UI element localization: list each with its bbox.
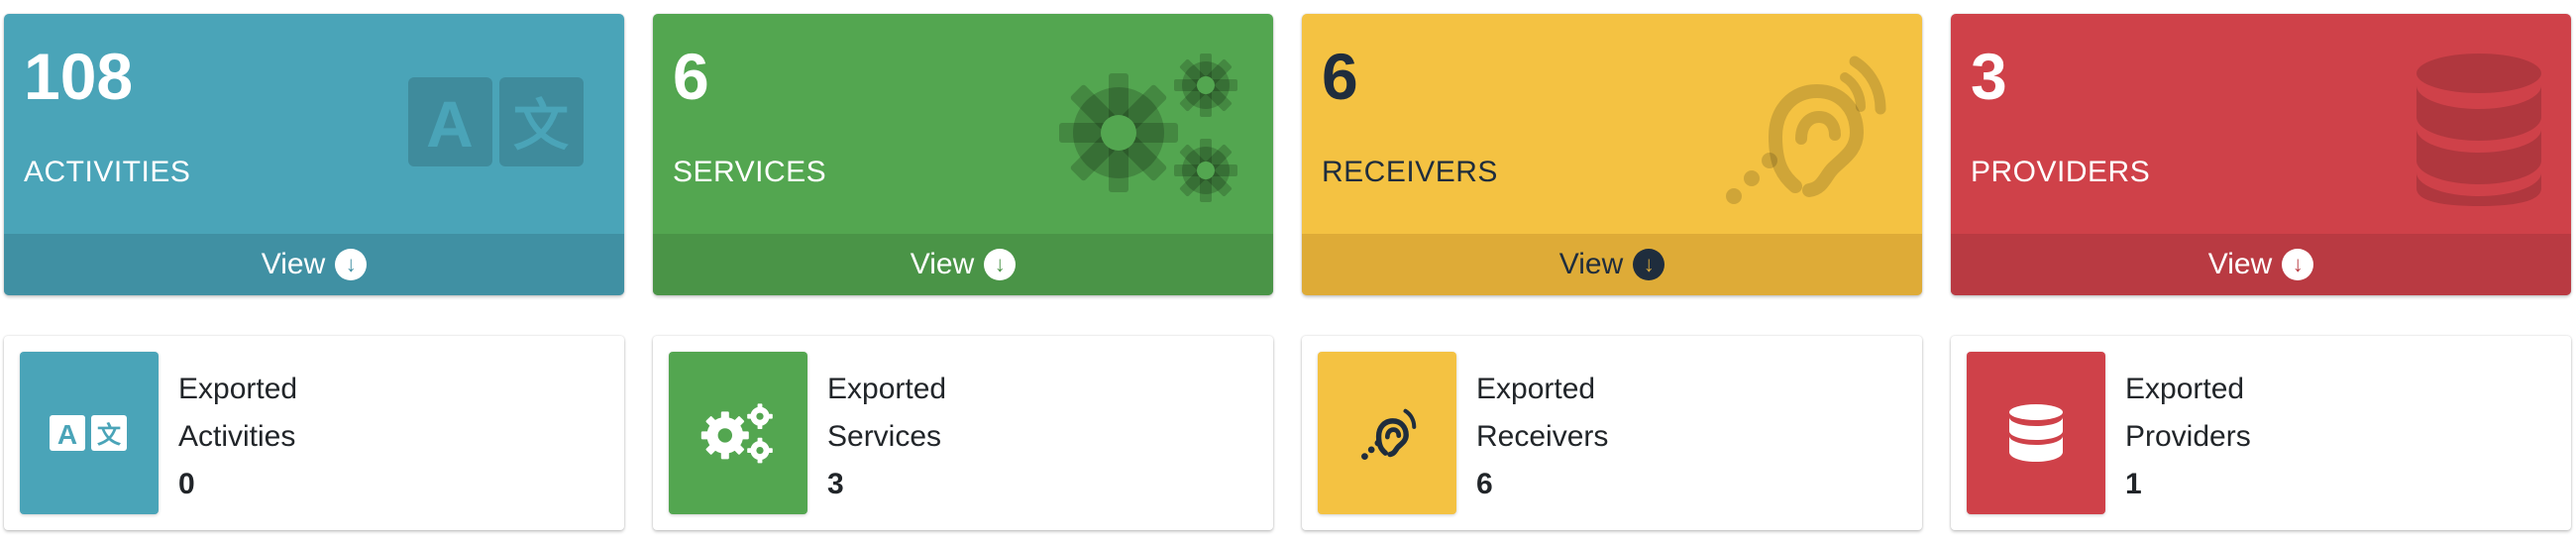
database-icon xyxy=(2009,404,2063,462)
component-label: Activities xyxy=(178,420,296,453)
language-icon: A 文 xyxy=(50,415,127,451)
view-label: View xyxy=(2207,248,2273,280)
receivers-summary-card: 6 RECEIVERS View ↓ xyxy=(1302,14,1922,295)
database-icon xyxy=(2416,54,2541,206)
svg-text:A: A xyxy=(57,419,77,450)
card-body: 6 RECEIVERS xyxy=(1302,14,1922,234)
exported-services-box: Exported Services 3 xyxy=(653,336,1273,530)
view-label: View xyxy=(261,248,326,280)
exported-receivers-box: Exported Receivers 6 xyxy=(1302,336,1922,530)
services-view-link[interactable]: View ↓ xyxy=(653,234,1273,295)
view-label: View xyxy=(1558,248,1624,280)
cogs-icon xyxy=(1059,54,1237,202)
assistive-listening-icon-tile xyxy=(1318,352,1456,514)
view-label: View xyxy=(910,248,975,280)
card-body: 3 PROVIDERS xyxy=(1951,14,2571,234)
exported-label: Exported xyxy=(1476,373,1596,405)
exported-receivers-text: Exported Receivers 6 xyxy=(1476,366,1608,508)
language-icon: A 文 xyxy=(408,77,584,166)
arrow-circle-down-icon: ↓ xyxy=(984,249,1017,280)
component-label: Receivers xyxy=(1476,420,1609,453)
card-body: 6 SERVICES xyxy=(653,14,1273,234)
card-body: 108 ACTIVITIES A 文 xyxy=(4,14,624,234)
services-summary-card: 6 SERVICES View ↓ xyxy=(653,14,1273,295)
exported-receivers-count: 6 xyxy=(1476,468,1493,500)
services-label: SERVICES xyxy=(673,156,827,188)
exported-activities-text: Exported Activities 0 xyxy=(178,366,297,508)
activities-summary-card: 108 ACTIVITIES A 文 View ↓ xyxy=(4,14,624,295)
exported-providers-box: Exported Providers 1 xyxy=(1951,336,2571,530)
providers-count: 3 xyxy=(1971,40,2007,113)
providers-label: PROVIDERS xyxy=(1971,156,2151,188)
component-label: Providers xyxy=(2125,420,2251,453)
exported-label: Exported xyxy=(2125,373,2245,405)
exported-services-count: 3 xyxy=(827,468,844,500)
activities-count: 108 xyxy=(24,40,134,113)
receivers-label: RECEIVERS xyxy=(1322,156,1498,188)
arrow-circle-down-icon: ↓ xyxy=(2282,249,2314,280)
svg-text:A: A xyxy=(426,87,474,161)
cogs-icon xyxy=(700,403,773,464)
exported-providers-text: Exported Providers 1 xyxy=(2125,366,2251,508)
arrow-circle-down-icon: ↓ xyxy=(1633,249,1665,280)
receivers-view-link[interactable]: View ↓ xyxy=(1302,234,1922,295)
exported-activities-box: A 文 Exported Activities 0 xyxy=(4,336,624,530)
providers-view-link[interactable]: View ↓ xyxy=(1951,234,2571,295)
assistive-listening-icon xyxy=(1361,408,1417,460)
activities-view-link[interactable]: View ↓ xyxy=(4,234,624,295)
cogs-icon-tile xyxy=(669,352,807,514)
receivers-count: 6 xyxy=(1322,40,1358,113)
arrow-circle-down-icon: ↓ xyxy=(335,249,368,280)
activities-label: ACTIVITIES xyxy=(24,156,191,188)
services-count: 6 xyxy=(673,40,709,113)
exported-activities-count: 0 xyxy=(178,468,195,500)
exported-services-text: Exported Services 3 xyxy=(827,366,946,508)
component-label: Services xyxy=(827,420,942,453)
dashboard-grid: 108 ACTIVITIES A 文 View ↓ A 文 Exported A… xyxy=(0,0,2576,541)
language-icon-tile: A 文 xyxy=(20,352,159,514)
database-icon-tile xyxy=(1967,352,2105,514)
exported-providers-count: 1 xyxy=(2125,468,2142,500)
exported-label: Exported xyxy=(827,373,947,405)
svg-text:文: 文 xyxy=(513,94,569,159)
svg-text:文: 文 xyxy=(97,421,122,449)
assistive-listening-icon xyxy=(1726,55,1886,204)
providers-summary-card: 3 PROVIDERS View ↓ xyxy=(1951,14,2571,295)
exported-label: Exported xyxy=(178,373,298,405)
